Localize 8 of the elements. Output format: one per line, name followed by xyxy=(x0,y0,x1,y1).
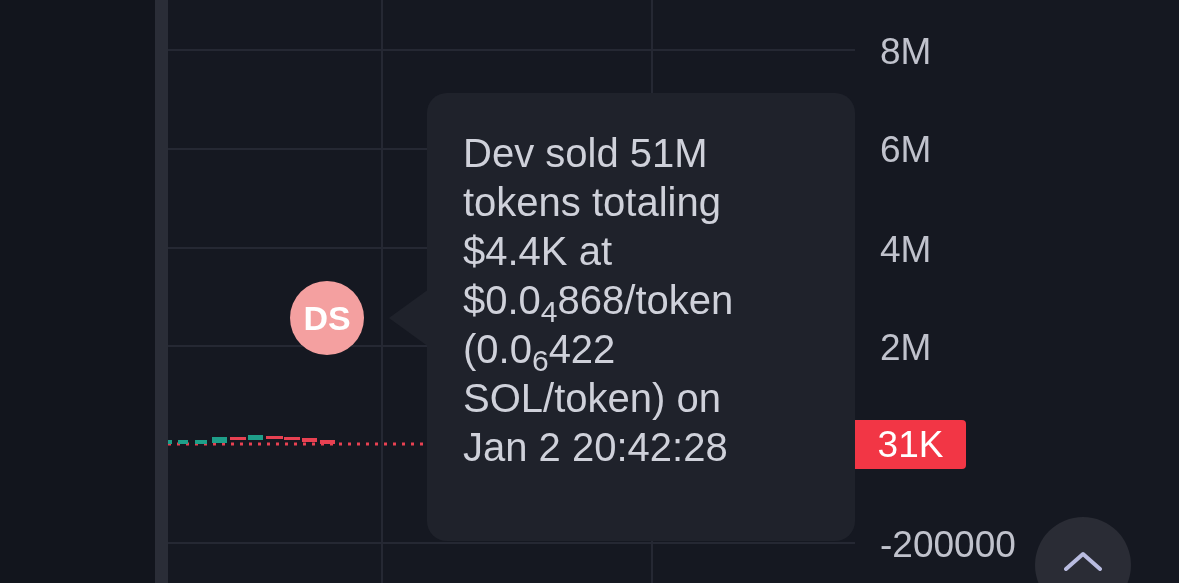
marker-avatar[interactable]: DS xyxy=(290,281,364,355)
axis-label: -200000 xyxy=(880,526,1016,564)
axis-label: 4M xyxy=(880,231,932,269)
axis-label: 6M xyxy=(880,131,932,169)
axis-label: 8M xyxy=(880,33,932,71)
tooltip-text: Dev sold 51M tokens totaling $4.4K at $0.0$_{4}$868/token (0.0$_{6}$422 SOL/token) on Jan 2 20:42:28 xyxy=(463,130,735,471)
price-label: 31K xyxy=(855,420,966,469)
axis-label: 2M xyxy=(880,329,932,367)
